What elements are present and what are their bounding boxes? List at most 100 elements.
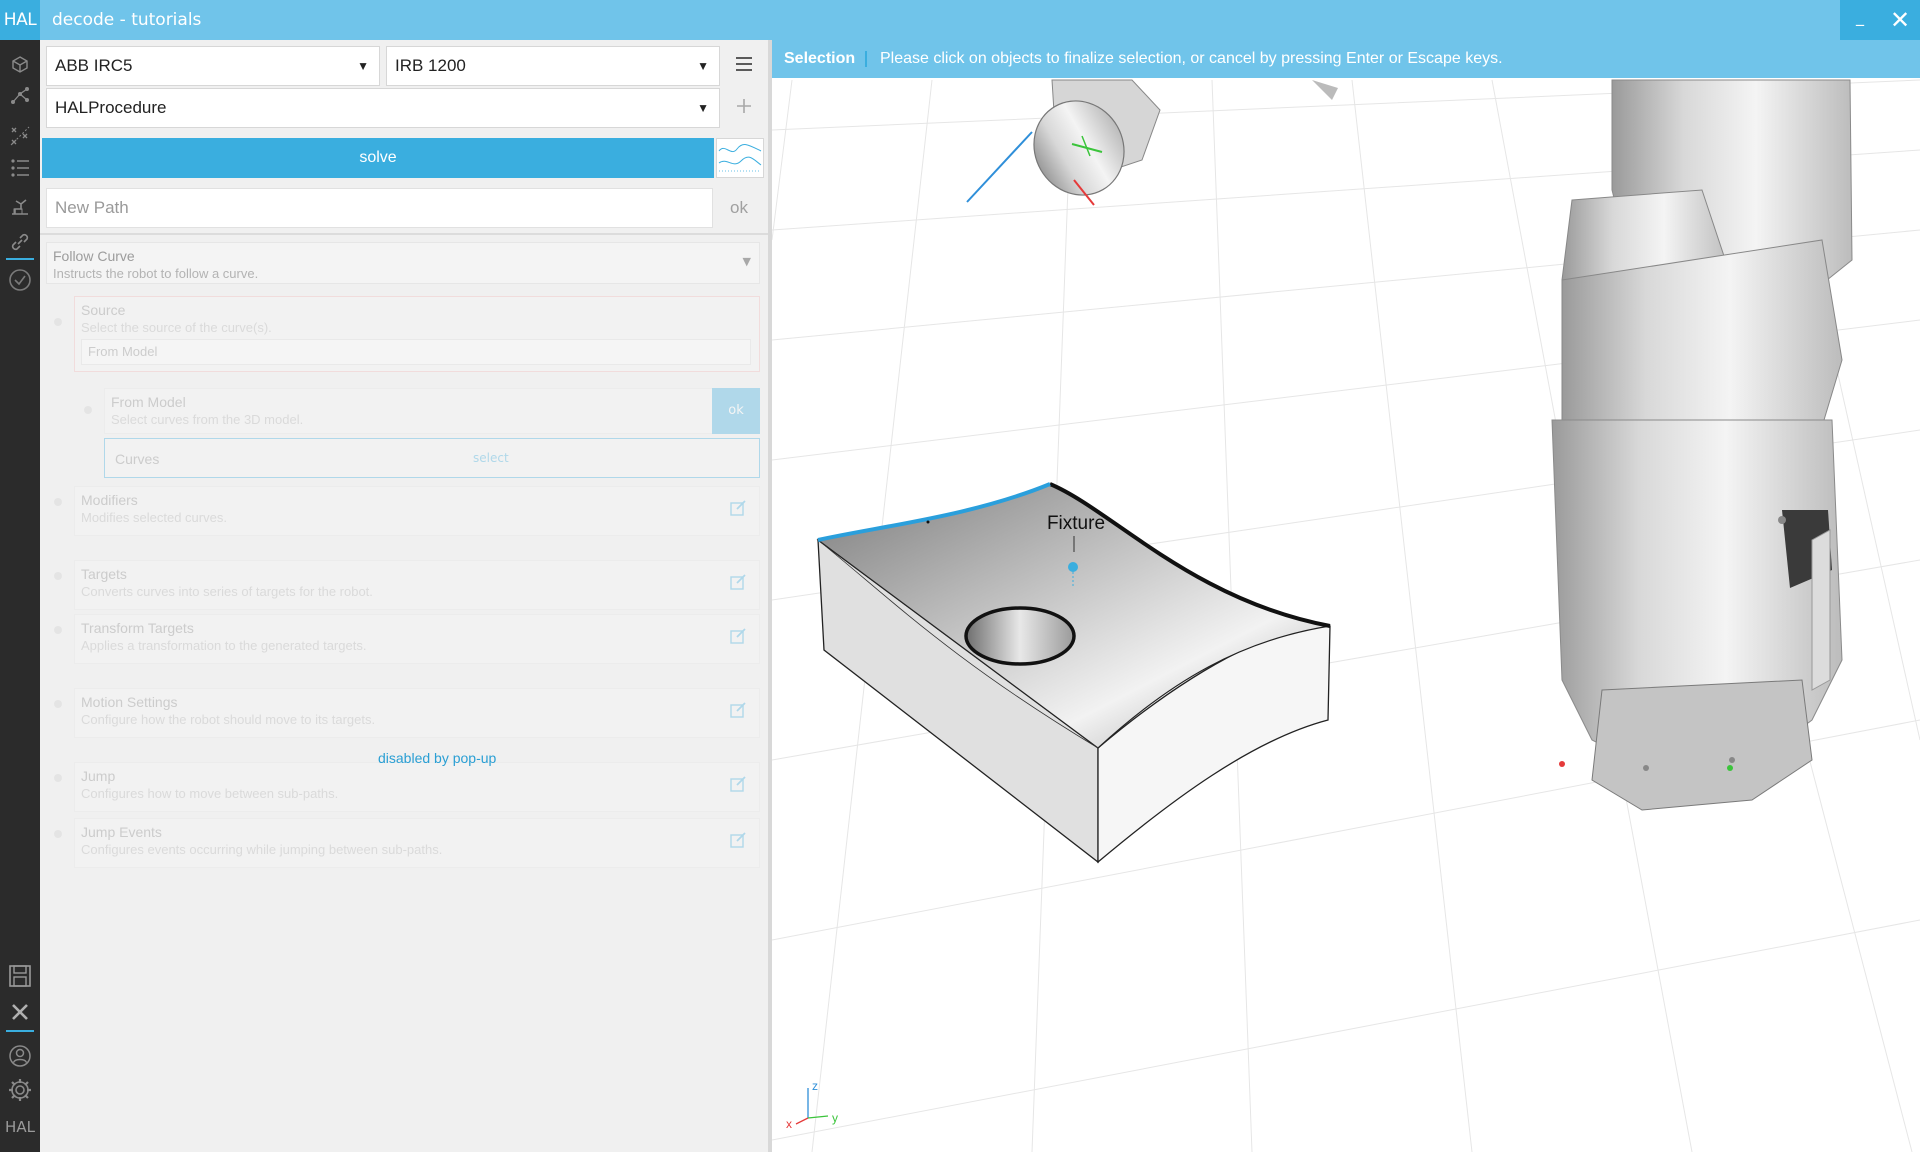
user-icon[interactable] (6, 1042, 34, 1070)
modifiers-title: Modifiers (81, 492, 138, 508)
selection-label: Selection (784, 50, 856, 67)
gear-icon[interactable] (6, 1076, 34, 1104)
from-model-section: From Model Select curves from the 3D mod… (104, 388, 752, 434)
transform-targets-title: Transform Targets (81, 620, 194, 636)
follow-curve-header[interactable]: Follow Curve Instructs the robot to foll… (46, 242, 760, 284)
motion-bullet (54, 700, 62, 708)
from-model-description: Select curves from the 3D model. (111, 412, 304, 427)
left-icon-rail: HAL (0, 40, 40, 1152)
3d-viewport[interactable]: Fixture z y x Selection Please click on … (772, 40, 1920, 1152)
edit-icon (730, 776, 746, 792)
jump-events-description: Configures events occurring while jumpin… (81, 842, 443, 857)
axis-x-label: x (786, 1117, 792, 1131)
fixture-label-text: Fixture (1047, 513, 1105, 534)
curves-row: Curves select (104, 438, 760, 478)
jump-events-bullet (54, 830, 62, 838)
rail-separator-bottom (6, 1030, 34, 1032)
plus-icon[interactable] (724, 88, 764, 128)
targets-bullet (54, 572, 62, 580)
targets-description: Converts curves into series of targets f… (81, 584, 373, 599)
edit-icon (730, 574, 746, 590)
motion-settings-description: Configure how the robot should move to i… (81, 712, 376, 727)
selection-bar: Selection Please click on objects to fin… (772, 40, 1920, 78)
robot-select[interactable]: IRB 1200 ▼ (386, 46, 720, 86)
curves-label: Curves (115, 451, 160, 467)
axis-gizmo: z y x (786, 1079, 838, 1131)
chevron-down-icon: ▼ (357, 59, 369, 73)
transform-targets-description: Applies a transformation to the generate… (81, 638, 367, 653)
window-title: decode - tutorials (52, 10, 202, 30)
modifiers-description: Modifies selected curves. (81, 510, 227, 525)
rail-separator (6, 258, 34, 260)
source-select: From Model (81, 339, 751, 365)
from-model-ok-button: ok (712, 388, 760, 434)
solver-graph-icon[interactable] (716, 138, 764, 178)
procedure-panel: ABB IRC5 ▼ IRB 1200 ▼ HALProcedure ▼ sol… (40, 40, 768, 1152)
modifiers-section: Modifiers Modifies selected curves. (74, 486, 760, 536)
robot-icon[interactable] (6, 192, 34, 220)
controller-select[interactable]: ABB IRC5 ▼ (46, 46, 380, 86)
procedure-select[interactable]: HALProcedure ▼ (46, 88, 720, 128)
controller-value: ABB IRC5 (55, 56, 133, 75)
from-model-title: From Model (111, 394, 186, 410)
axis-y-label: y (832, 1111, 838, 1125)
check-icon[interactable] (6, 266, 34, 294)
scatter-icon[interactable] (6, 122, 34, 150)
close-icon[interactable] (6, 998, 34, 1026)
link-icon[interactable] (6, 228, 34, 256)
edit-icon (730, 832, 746, 848)
chevron-down-icon: ▼ (697, 59, 709, 73)
edit-icon (730, 702, 746, 718)
jump-events-section: Jump Events Configures events occurring … (74, 818, 760, 868)
transform-bullet (54, 626, 62, 634)
save-icon[interactable] (6, 962, 34, 990)
minimize-button[interactable]: _ (1840, 0, 1880, 40)
jump-description: Configures how to move between sub-paths… (81, 786, 339, 801)
disabled-by-popup-message: disabled by pop-up (378, 750, 497, 766)
selection-message: Please click on objects to finalize sele… (880, 50, 1503, 67)
source-section: Source Select the source of the curve(s)… (74, 296, 760, 372)
cube-icon[interactable] (6, 50, 34, 78)
edit-icon (730, 628, 746, 644)
robot-arm (1551, 79, 1853, 811)
source-description: Select the source of the curve(s). (81, 320, 272, 335)
targets-title: Targets (81, 566, 127, 582)
title-bar: HAL decode - tutorials _ ✕ (0, 0, 1920, 40)
curves-select-link: select (473, 451, 509, 465)
jump-section: Jump Configures how to move between sub-… (74, 762, 760, 812)
new-path-ok-button[interactable]: ok (714, 188, 764, 228)
app-logo: HAL (0, 0, 40, 40)
jump-bullet (54, 774, 62, 782)
source-bullet (54, 318, 62, 326)
new-path-input[interactable]: New Path (46, 188, 713, 228)
scene-canvas[interactable]: Fixture z y x (772, 40, 1920, 1152)
targets-section: Targets Converts curves into series of t… (74, 560, 760, 610)
fixture-origin-point[interactable] (1068, 562, 1078, 572)
motion-settings-section: Motion Settings Configure how the robot … (74, 688, 760, 738)
follow-curve-description: Instructs the robot to follow a curve. (53, 266, 259, 281)
jump-title: Jump (81, 768, 116, 784)
robot-value: IRB 1200 (395, 56, 466, 75)
modifiers-bullet (54, 498, 62, 506)
source-value: From Model (88, 344, 158, 359)
jump-events-title: Jump Events (81, 824, 162, 840)
procedure-value: HALProcedure (55, 98, 167, 117)
panel-divider (40, 233, 768, 235)
close-window-button[interactable]: ✕ (1880, 0, 1920, 40)
solve-button[interactable]: solve (42, 138, 714, 178)
chevron-down-icon: ▼ (697, 101, 709, 115)
hal-footer-logo: HAL (5, 1118, 35, 1136)
chevron-down-icon: ▼ (742, 255, 751, 268)
selection-divider (865, 51, 867, 67)
list-icon[interactable] (6, 154, 34, 182)
axis-z-label: z (812, 1079, 818, 1093)
graph-icon[interactable] (6, 82, 34, 110)
from-model-bullet (84, 406, 92, 414)
motion-settings-title: Motion Settings (81, 694, 178, 710)
edit-icon (730, 500, 746, 516)
follow-curve-title: Follow Curve (53, 248, 135, 264)
menu-icon[interactable] (724, 46, 764, 86)
robot-tool-flange (966, 79, 1338, 206)
source-title: Source (81, 302, 126, 318)
transform-targets-section: Transform Targets Applies a transformati… (74, 614, 760, 664)
